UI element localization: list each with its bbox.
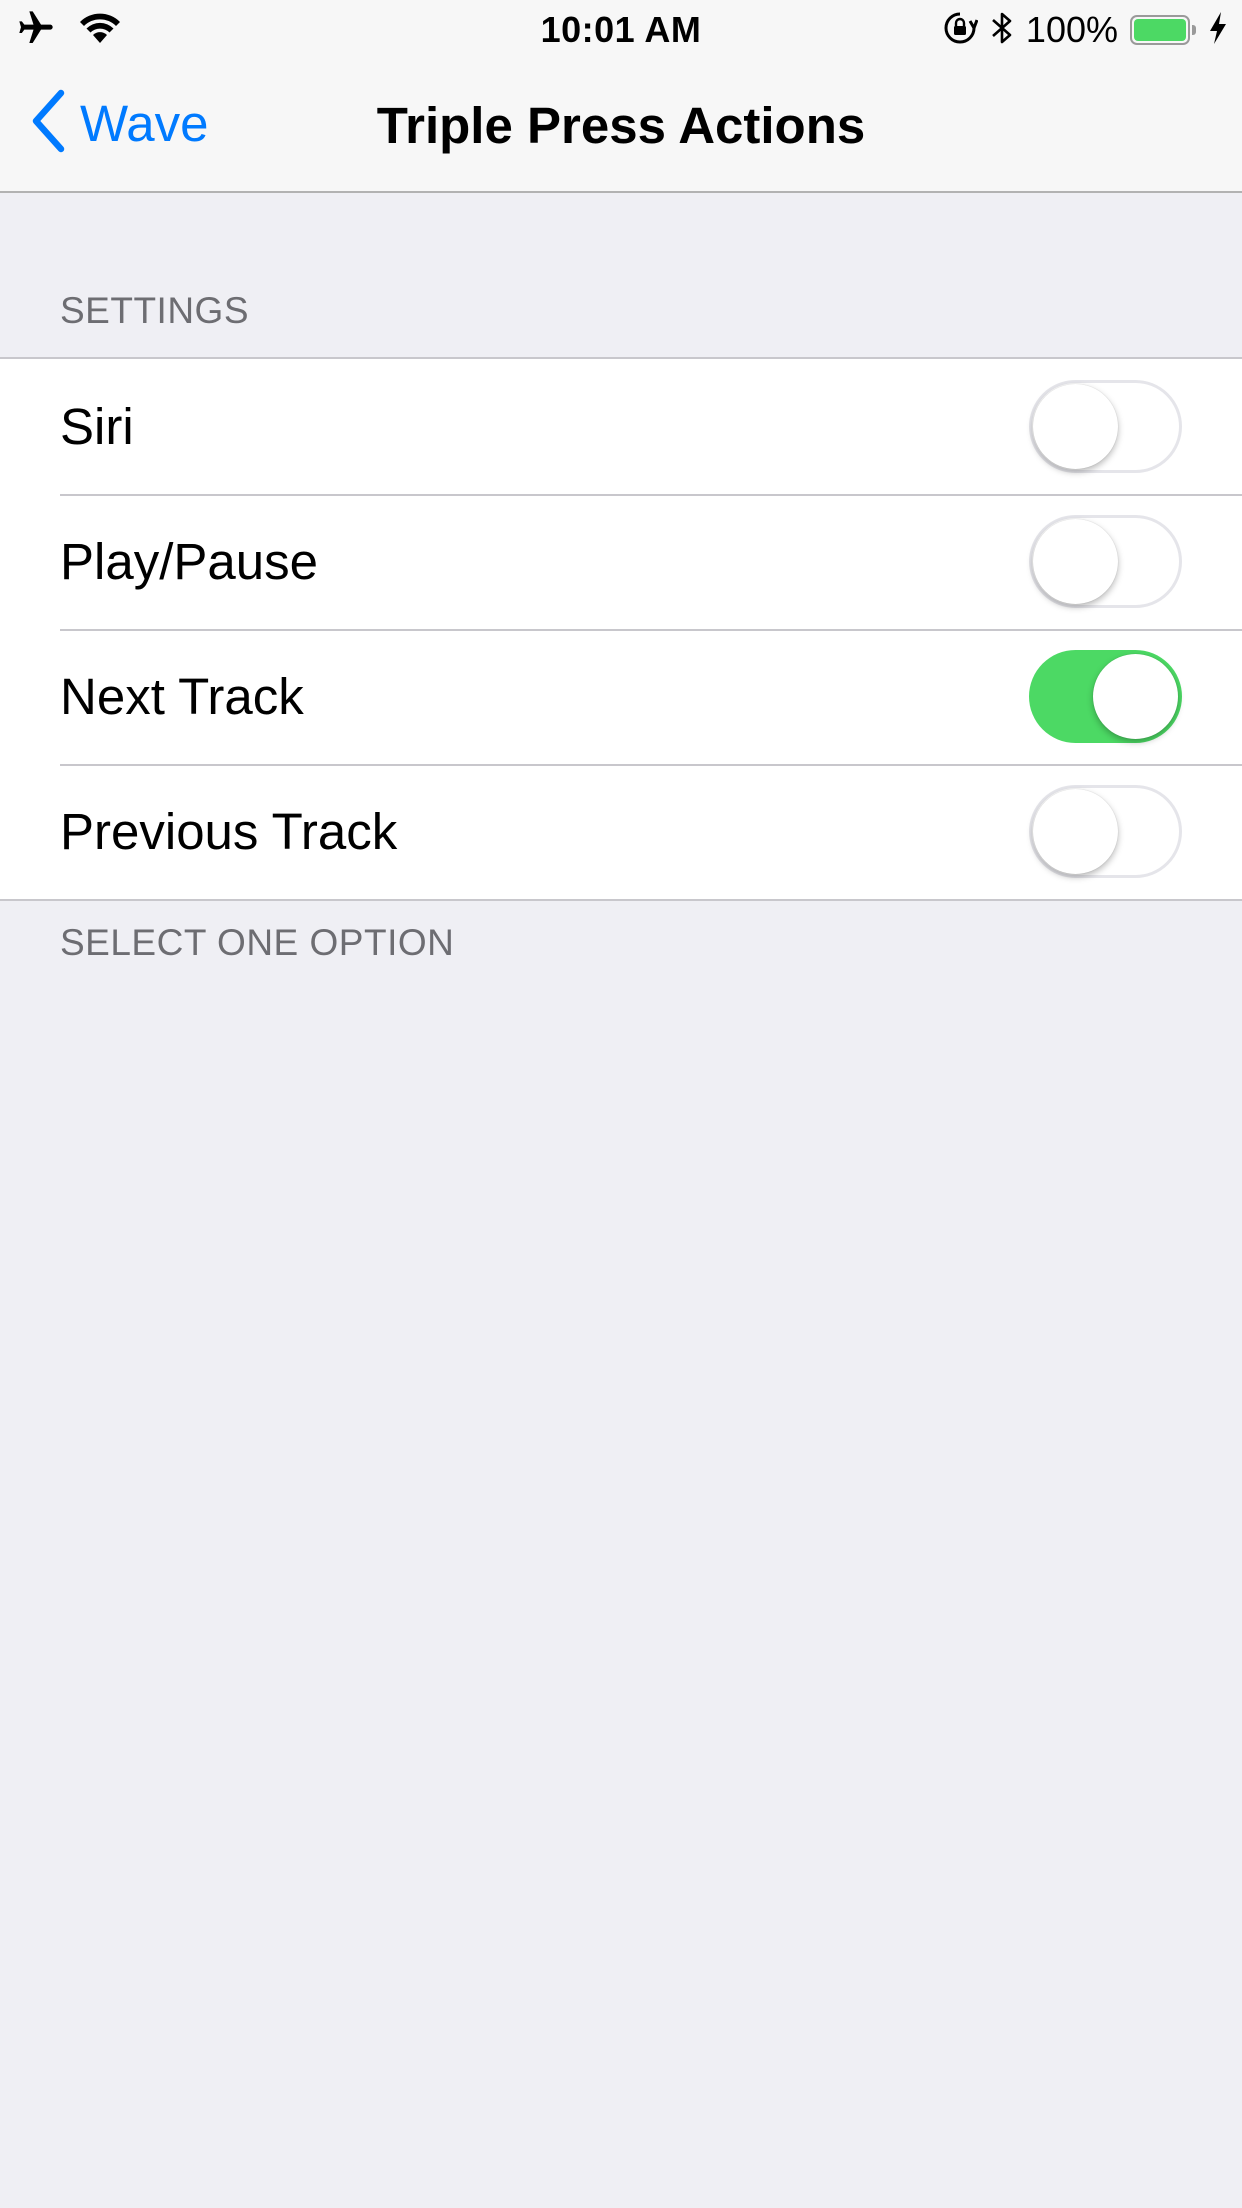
play-pause-toggle[interactable] [1029, 515, 1182, 608]
back-button[interactable]: Wave [30, 88, 208, 158]
toggle-knob [1093, 654, 1178, 739]
bluetooth-icon [990, 10, 1014, 51]
section-header: SETTINGS [60, 290, 250, 331]
setting-label: Siri [60, 398, 134, 455]
charging-bolt-icon [1208, 11, 1228, 50]
setting-label: Next Track [60, 668, 304, 725]
toggle-knob [1033, 519, 1118, 604]
battery-percent: 100% [1025, 9, 1118, 50]
back-label: Wave [80, 94, 209, 152]
orientation-lock-icon [942, 10, 979, 51]
toggle-knob [1033, 789, 1118, 874]
section-footer: SELECT ONE OPTION [60, 922, 455, 963]
settings-table: Siri Play/Pause Next Track Previous Trac… [0, 357, 1242, 901]
navigation-bar: Triple Press Actions Wave [0, 60, 1242, 193]
setting-label: Play/Pause [60, 533, 318, 590]
setting-row-play-pause: Play/Pause [0, 494, 1242, 629]
toggle-knob [1033, 384, 1118, 469]
next-track-toggle[interactable] [1029, 650, 1182, 743]
siri-toggle[interactable] [1029, 380, 1182, 473]
status-right: 100% [942, 9, 1228, 51]
setting-row-previous-track: Previous Track [0, 764, 1242, 899]
setting-row-next-track: Next Track [0, 629, 1242, 764]
setting-label: Previous Track [60, 803, 398, 860]
chevron-left-icon [30, 89, 66, 158]
battery-icon [1130, 15, 1196, 45]
battery-fill [1134, 19, 1186, 41]
status-bar: 10:01 AM 100% [0, 0, 1242, 60]
setting-row-siri: Siri [0, 359, 1242, 494]
previous-track-toggle[interactable] [1029, 785, 1182, 878]
